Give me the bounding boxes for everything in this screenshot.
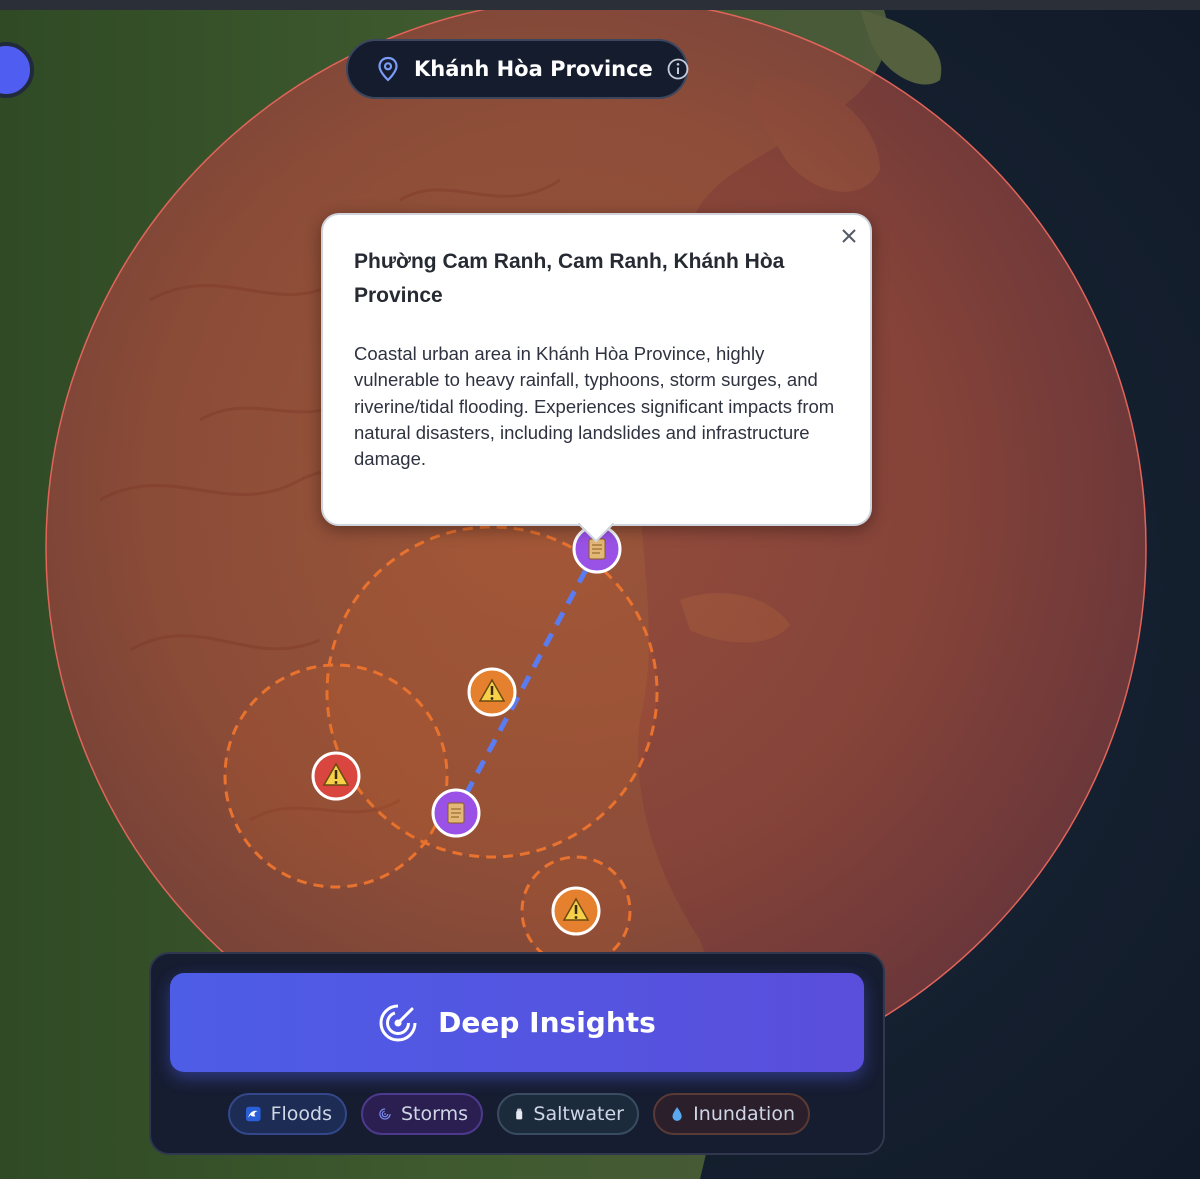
radar-icon <box>379 1004 417 1041</box>
warning-marker[interactable] <box>551 886 601 936</box>
document-icon <box>588 538 606 560</box>
popup-title: Phường Cam Ranh, Cam Ranh, Khánh Hòa Pro… <box>354 250 785 307</box>
close-button[interactable] <box>836 223 862 249</box>
salt-shaker-icon <box>516 1108 523 1120</box>
water-drop-icon <box>672 1107 682 1121</box>
warning-marker[interactable] <box>467 667 517 717</box>
filter-saltwater[interactable]: Saltwater <box>497 1093 639 1135</box>
deep-insights-button[interactable]: Deep Insights <box>170 973 864 1072</box>
document-icon <box>447 802 465 824</box>
popup-description: Coastal urban area in Khánh Hòa Province… <box>354 343 835 470</box>
filter-label: Saltwater <box>533 1103 624 1125</box>
filter-inundation[interactable]: Inundation <box>653 1093 810 1135</box>
filter-label: Storms <box>400 1103 468 1125</box>
province-name: Khánh Hòa Province <box>414 57 653 81</box>
cyclone-icon <box>379 1108 391 1120</box>
filter-label: Floods <box>270 1103 332 1125</box>
filter-floods[interactable]: Floods <box>228 1093 347 1135</box>
browser-top-edge <box>0 0 1200 10</box>
info-icon[interactable] <box>667 58 689 80</box>
location-popup: Phường Cam Ranh, Cam Ranh, Khánh Hòa Pro… <box>321 213 872 543</box>
map-pin-icon <box>378 56 398 82</box>
filter-storms[interactable]: Storms <box>361 1093 483 1135</box>
document-marker[interactable] <box>431 788 481 838</box>
filter-label: Inundation <box>693 1103 795 1125</box>
deep-insights-label: Deep Insights <box>438 1006 656 1039</box>
hazard-filter-list: Floods Storms Saltwater Inundation <box>228 1093 810 1135</box>
insights-panel: Deep Insights Floods Storms Saltwater In… <box>149 952 885 1155</box>
province-selector[interactable]: Khánh Hòa Province <box>346 39 689 99</box>
close-icon[interactable] <box>841 228 857 244</box>
wave-icon <box>246 1106 261 1122</box>
warning-marker[interactable] <box>311 751 361 801</box>
